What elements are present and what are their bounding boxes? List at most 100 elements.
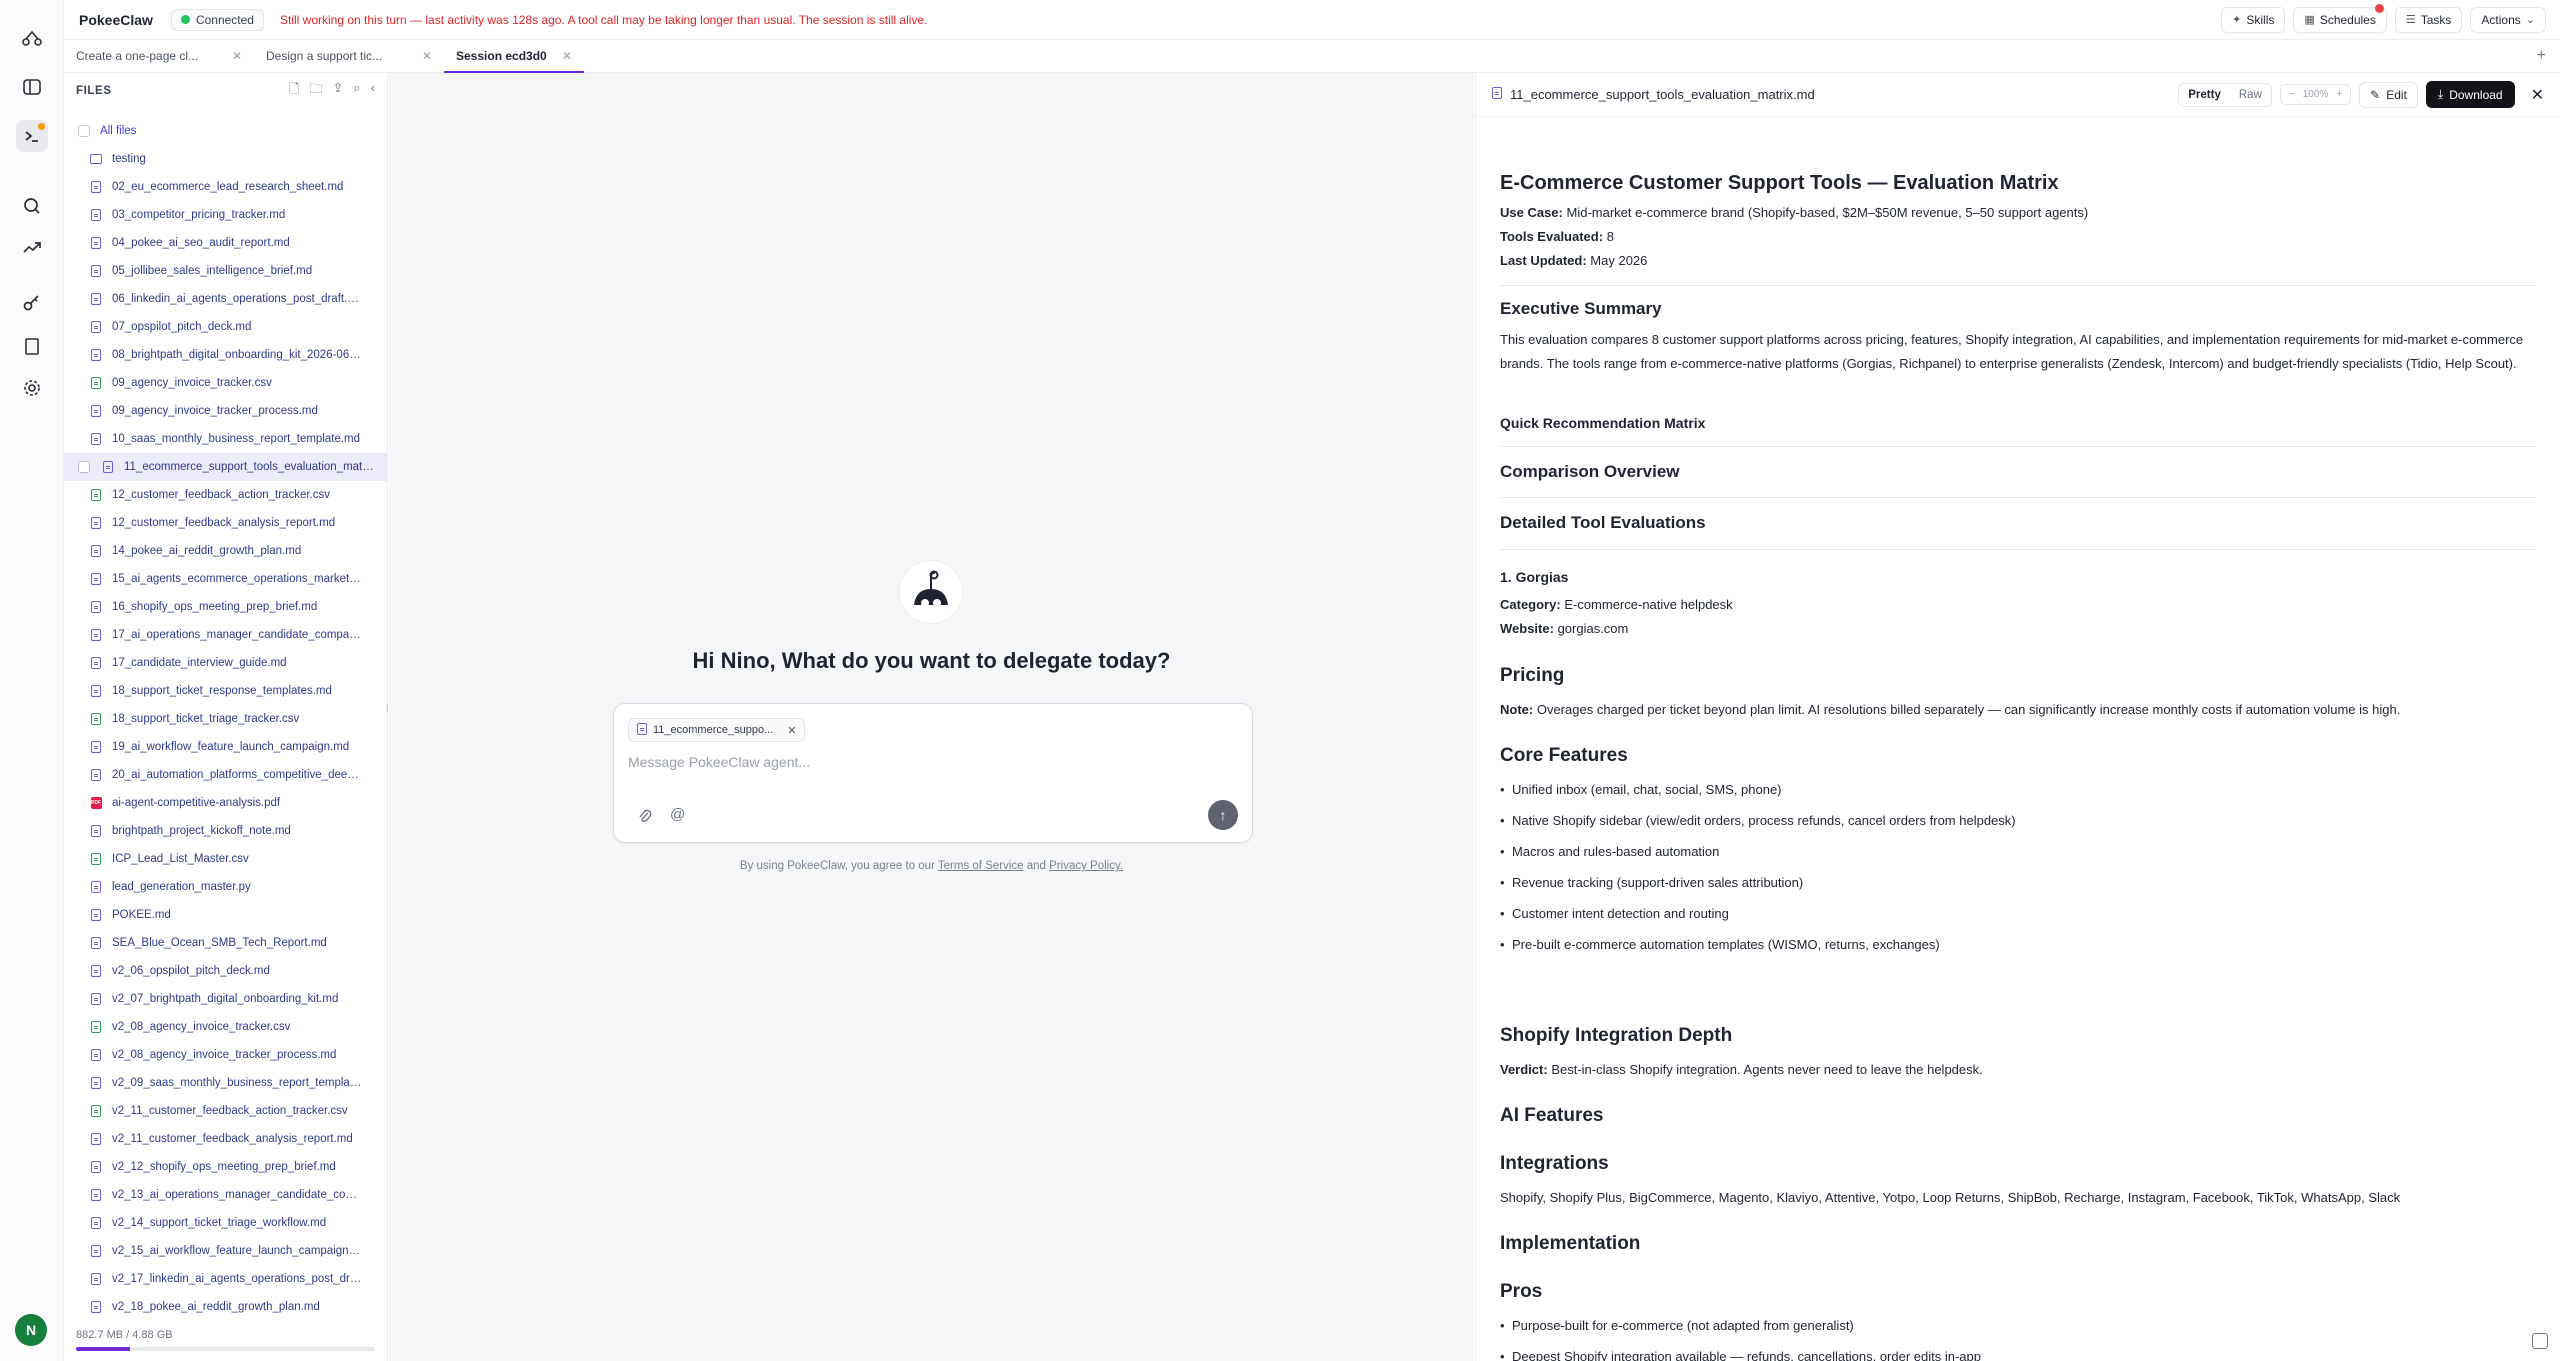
download-button[interactable]: ⤓ Download [2425, 81, 2515, 108]
file-row[interactable]: 10_saas_monthly_business_report_template… [64, 425, 387, 453]
raw-view-button[interactable]: Raw [2230, 84, 2271, 106]
file-row[interactable]: 03_competitor_pricing_tracker.md [64, 201, 387, 229]
file-row[interactable]: testing [64, 145, 387, 173]
zoom-in-icon[interactable]: + [2336, 89, 2342, 100]
tools-evaluated-line: Tools Evaluated: 8 [1500, 229, 1614, 244]
building-icon[interactable] [16, 330, 48, 362]
logo-icon[interactable] [16, 22, 48, 54]
edit-button[interactable]: ✎ Edit [2359, 81, 2418, 108]
file-row[interactable]: 12_customer_feedback_analysis_report.md [64, 509, 387, 537]
file-row[interactable]: v2_15_ai_workflow_feature_launch_campaig… [64, 1237, 387, 1265]
file-row[interactable]: SEA_Blue_Ocean_SMB_Tech_Report.md [64, 929, 387, 957]
file-row[interactable]: v2_11_customer_feedback_analysis_report.… [64, 1125, 387, 1153]
select-all-checkbox[interactable] [78, 125, 90, 137]
file-name: v2_13_ai_operations_manager_candidate_co… [112, 1189, 362, 1201]
terminal-icon[interactable] [16, 120, 48, 152]
paperclip-icon[interactable] [638, 808, 652, 827]
privacy-link[interactable]: Privacy Policy. [1049, 860, 1123, 872]
close-icon[interactable]: ✕ [562, 49, 572, 63]
file-row[interactable]: PDF ai-agent-competitive-analysis.pdf [64, 789, 387, 817]
file-name: 07_opspilot_pitch_deck.md [112, 321, 252, 333]
file-row[interactable]: 17_ai_operations_manager_candidate_compa… [64, 621, 387, 649]
upload-icon[interactable]: ⇪ [332, 80, 343, 102]
category-line: Category: E-commerce-native helpdesk [1500, 597, 1733, 612]
tab-session-active[interactable]: Session ecd3d0 ✕ [444, 40, 584, 73]
remove-attachment-close-icon[interactable]: ✕ [787, 724, 796, 737]
file-row[interactable]: 05_jollibee_sales_intelligence_brief.md [64, 257, 387, 285]
trending-icon[interactable] [16, 232, 48, 264]
file-row[interactable]: POKEE.md [64, 901, 387, 929]
file-checkbox[interactable] [78, 461, 90, 473]
search-icon[interactable] [16, 190, 48, 222]
file-name: v2_11_customer_feedback_analysis_report.… [112, 1133, 353, 1145]
mention-at-icon[interactable]: @ [670, 806, 685, 823]
file-row[interactable]: v2_08_agency_invoice_tracker.csv [64, 1013, 387, 1041]
download-icon: ⤓ [2437, 87, 2444, 101]
settings-gear-icon[interactable] [16, 372, 48, 404]
file-row[interactable]: 11_ecommerce_support_tools_evaluation_ma… [64, 453, 387, 481]
file-row[interactable]: v2_08_agency_invoice_tracker_process.md [64, 1041, 387, 1069]
legal-notice: By using PokeeClaw, you agree to our Ter… [739, 860, 1124, 872]
file-row[interactable]: v2_12_shopify_ops_meeting_prep_brief.md [64, 1153, 387, 1181]
file-row[interactable]: ICP_Lead_List_Master.csv [64, 845, 387, 873]
file-row[interactable]: 15_ai_agents_ecommerce_operations_market… [64, 565, 387, 593]
new-file-icon[interactable]: 🗋 [289, 80, 299, 102]
csv-file-icon [90, 1105, 102, 1117]
file-row[interactable]: v2_14_support_ticket_triage_workflow.md [64, 1209, 387, 1237]
file-row[interactable]: 06_linkedin_ai_agents_operations_post_dr… [64, 285, 387, 313]
send-button[interactable]: ↑ [1208, 800, 1238, 830]
markdown-file-icon [90, 993, 102, 1005]
tab-design-support[interactable]: Design a support tic... ✕ [254, 40, 444, 72]
file-row[interactable]: v2_11_customer_feedback_action_tracker.c… [64, 1097, 387, 1125]
close-preview-icon[interactable]: ✕ [2531, 85, 2544, 105]
file-row[interactable]: 20_ai_automation_platforms_competitive_d… [64, 761, 387, 789]
close-icon[interactable]: ✕ [422, 49, 432, 63]
file-row[interactable]: 18_support_ticket_response_templates.md [64, 677, 387, 705]
core-feature-item: Customer intent detection and routing [1500, 906, 1729, 921]
pretty-view-button[interactable]: Pretty [2179, 83, 2230, 106]
file-row[interactable]: 18_support_ticket_triage_tracker.csv [64, 705, 387, 733]
terms-link[interactable]: Terms of Service [938, 860, 1024, 872]
file-row[interactable]: 14_pokee_ai_reddit_growth_plan.md [64, 537, 387, 565]
file-name: POKEE.md [112, 909, 171, 921]
close-icon[interactable]: ✕ [232, 49, 242, 63]
file-row[interactable]: 09_agency_invoice_tracker_process.md [64, 397, 387, 425]
sidebar-toggle-icon[interactable] [16, 71, 48, 103]
markdown-file-icon [90, 433, 102, 445]
file-row[interactable]: 07_opspilot_pitch_deck.md [64, 313, 387, 341]
search-files-icon[interactable]: ⌕ [353, 80, 360, 102]
new-folder-icon[interactable]: 🗀 [309, 80, 322, 102]
actions-button[interactable]: Actions ⌄ [2470, 6, 2546, 33]
file-row[interactable]: 09_agency_invoice_tracker.csv [64, 369, 387, 397]
collapse-chevron-icon[interactable]: ‹ [371, 80, 375, 102]
file-row[interactable]: 19_ai_workflow_feature_launch_campaign.m… [64, 733, 387, 761]
file-row[interactable]: v2_17_linkedin_ai_agents_operations_post… [64, 1265, 387, 1293]
left-resize-handle[interactable]: ⦙ [386, 703, 388, 714]
file-row[interactable]: 02_eu_ecommerce_lead_research_sheet.md [64, 173, 387, 201]
file-row[interactable]: 17_candidate_interview_guide.md [64, 649, 387, 677]
file-row[interactable]: v2_06_opspilot_pitch_deck.md [64, 957, 387, 985]
message-input[interactable] [628, 754, 1228, 770]
tasks-button[interactable]: ☰ Tasks [2394, 6, 2463, 33]
file-row[interactable]: 16_shopify_ops_meeting_prep_brief.md [64, 593, 387, 621]
file-row[interactable]: 08_brightpath_digital_onboarding_kit_202… [64, 341, 387, 369]
file-row[interactable]: v2_07_brightpath_digital_onboarding_kit.… [64, 985, 387, 1013]
file-row[interactable]: lead_generation_master.py [64, 873, 387, 901]
file-row[interactable]: v2_13_ai_operations_manager_candidate_co… [64, 1181, 387, 1209]
tab-create-one-page[interactable]: Create a one-page cl... ✕ [64, 40, 254, 72]
key-icon[interactable] [16, 287, 48, 319]
file-row[interactable]: 12_customer_feedback_action_tracker.csv [64, 481, 387, 509]
schedules-button[interactable]: ▦ Schedules [2293, 3, 2387, 33]
skills-button[interactable]: ✦ Skills [2221, 6, 2286, 33]
user-avatar[interactable]: N [15, 1314, 47, 1346]
new-tab-plus-icon[interactable]: + [2537, 40, 2546, 72]
zoom-out-icon[interactable]: − [2289, 89, 2295, 100]
markdown-file-icon [90, 1133, 102, 1145]
file-row[interactable]: brightpath_project_kickoff_note.md [64, 817, 387, 845]
fullscreen-icon[interactable] [2532, 1333, 2548, 1349]
file-row[interactable]: v2_09_saas_monthly_business_report_templ… [64, 1069, 387, 1097]
all-files-row[interactable]: All files [64, 117, 387, 145]
attached-file-chip[interactable]: 11_ecommerce_suppo... ✕ [628, 718, 806, 742]
file-row[interactable]: 04_pokee_ai_seo_audit_report.md [64, 229, 387, 257]
file-row[interactable]: v2_18_pokee_ai_reddit_growth_plan.md [64, 1293, 387, 1321]
